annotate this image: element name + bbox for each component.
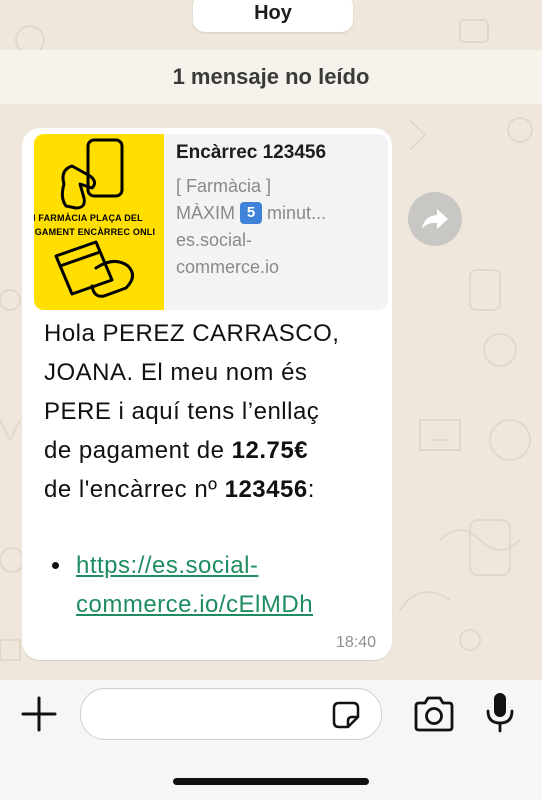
message-line-5: de l'encàrrec nº 123456: bbox=[44, 476, 315, 503]
thumbnail-text-2: AGAMENT ENCÀRREC ONLI bbox=[34, 227, 156, 237]
message-bubble[interactable]: M FARMÀCIA PLAÇA DEL AGAMENT ENCÀRREC ON… bbox=[22, 128, 392, 660]
message-line-1: Hola PEREZ CARRASCO, bbox=[44, 320, 340, 347]
link-preview-thumbnail: M FARMÀCIA PLAÇA DEL AGAMENT ENCÀRREC ON… bbox=[34, 134, 164, 310]
link-preview-title: Encàrrec 123456 bbox=[176, 142, 327, 163]
sticker-icon bbox=[332, 701, 360, 729]
camera-icon bbox=[414, 696, 454, 732]
message-text: Hola PEREZ CARRASCO, JOANA. El meu nom é… bbox=[44, 314, 384, 509]
keycap-5-emoji: 5 bbox=[240, 202, 263, 224]
thumbnail-text-1: M FARMÀCIA PLAÇA DEL bbox=[34, 213, 143, 223]
message-composer bbox=[0, 680, 542, 800]
message-line-4: de pagament de 12.75€ bbox=[44, 437, 309, 464]
link-preview-description-2: MÀXIM 5 minut... bbox=[176, 202, 327, 224]
forward-icon bbox=[422, 209, 448, 229]
microphone-icon bbox=[486, 693, 514, 733]
bullet-icon bbox=[52, 562, 59, 569]
home-indicator bbox=[173, 778, 369, 785]
link-preview-text: Encàrrec 123456 [ Farmàcia ] MÀXIM 5 min… bbox=[176, 142, 382, 281]
order-number: 123456 bbox=[224, 476, 308, 503]
link-preview-card[interactable]: M FARMÀCIA PLAÇA DEL AGAMENT ENCÀRREC ON… bbox=[34, 134, 388, 310]
camera-button[interactable] bbox=[412, 696, 456, 732]
voice-message-button[interactable] bbox=[484, 691, 516, 735]
sticker-button[interactable] bbox=[331, 700, 361, 730]
message-line-2: JOANA. El meu nom és bbox=[44, 359, 308, 386]
message-input[interactable] bbox=[80, 688, 382, 740]
link-preview-domain-2: commerce.io bbox=[176, 257, 280, 277]
date-chip: Hoy bbox=[193, 0, 353, 32]
link-preview-description-1: [ Farmàcia ] bbox=[176, 176, 272, 196]
link-preview-domain-1: es.social- bbox=[176, 230, 253, 250]
forward-button[interactable] bbox=[408, 192, 462, 246]
unread-messages-banner: 1 mensaje no leído bbox=[0, 50, 542, 104]
payment-link[interactable]: https://es.social-commerce.io/cElMDh bbox=[76, 546, 313, 624]
message-timestamp: 18:40 bbox=[335, 634, 376, 651]
plus-icon bbox=[21, 696, 57, 732]
attach-button[interactable] bbox=[20, 695, 58, 733]
payment-amount: 12.75€ bbox=[231, 437, 309, 464]
message-line-3: PERE i aquí tens l’enllaç bbox=[44, 398, 320, 425]
